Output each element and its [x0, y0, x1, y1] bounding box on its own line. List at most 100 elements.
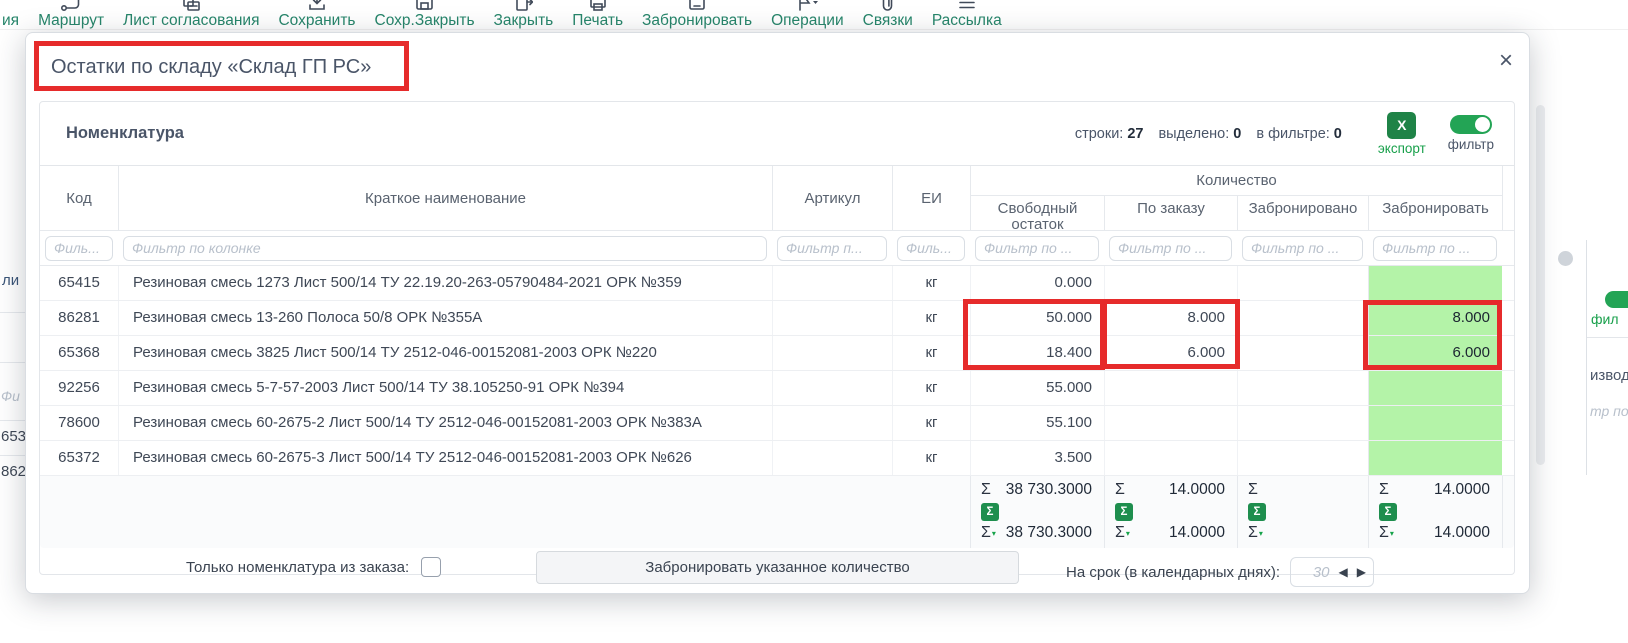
sum-toggle-button[interactable]: Σ [981, 503, 999, 521]
reserve-quantity-button[interactable]: Забронировать указанное количество [536, 551, 1019, 584]
sigma-filtered-icon: Σ [981, 524, 991, 542]
cell-code: 86281 [40, 301, 118, 335]
column-header-unit[interactable]: ЕИ [892, 166, 970, 230]
toolbar-item-operations-flag[interactable]: Операции [771, 0, 844, 29]
toolbar-item-mailing-list[interactable]: Рассылка [932, 0, 1002, 29]
toolbar-item-partial[interactable]: ия [2, 0, 19, 29]
table-row[interactable]: 92256Резиновая смесь 5-7-57-2003 Лист 50… [40, 371, 1514, 406]
totals-empty [40, 476, 118, 548]
cell-article [772, 336, 892, 370]
only-order-checkbox[interactable] [421, 557, 441, 577]
only-order-group: Только номенклатура из заказа: [186, 557, 441, 577]
sigma-icon: Σ [981, 481, 991, 499]
background-code: 6536 [1, 428, 25, 445]
cell-to_reserve[interactable] [1368, 266, 1502, 300]
table-row[interactable]: 78600Резиновая смесь 60-2675-2 Лист 500/… [40, 406, 1514, 441]
cell-unit: кг [892, 336, 970, 370]
background-text: извод [1590, 367, 1628, 384]
stepper-left-icon[interactable]: ◀ [1339, 565, 1348, 579]
table-row[interactable]: 65415Резиновая смесь 1273 Лист 500/14 ТУ… [40, 266, 1514, 301]
filter-input-on_order[interactable] [1109, 236, 1232, 261]
toolbar-item-paperclip[interactable]: Связки [863, 0, 913, 29]
table-stats: строки:27выделено:0в фильтре:0 [1075, 126, 1342, 142]
filter-input-to_reserve[interactable] [1373, 236, 1497, 261]
toolbar-item-route[interactable]: Маршрут [38, 0, 104, 29]
cell-unit: кг [892, 371, 970, 405]
table-totals: Σ38 730.3000ΣΣ▾38 730.3000Σ14.0000ΣΣ▾14.… [40, 476, 1514, 548]
scrollbar[interactable] [1536, 105, 1545, 465]
cell-free: 3.500 [970, 441, 1104, 475]
panel-header: Номенклатура строки:27выделено:0в фильтр… [40, 102, 1514, 166]
table-row[interactable]: 65372Резиновая смесь 60-2675-3 Лист 500/… [40, 441, 1514, 476]
cell-unit: кг [892, 266, 970, 300]
cell-to_reserve[interactable]: 8.000 [1368, 301, 1502, 335]
cell-to_reserve[interactable] [1368, 406, 1502, 440]
background-fragment-left: ли Фи 6536 8628 [0, 250, 25, 510]
cell-name: Резиновая смесь 13-260 Полоса 50/8 ОРК №… [118, 301, 772, 335]
filter-toggle[interactable] [1450, 115, 1492, 134]
sigma-icon: Σ [1379, 481, 1389, 499]
column-header-on_order[interactable]: По заказу [1104, 196, 1237, 230]
column-group-quantity[interactable]: Количество [970, 166, 1502, 196]
excel-export-button[interactable]: X экспорт [1378, 112, 1426, 156]
table-row[interactable]: 86281Резиновая смесь 13-260 Полоса 50/8 … [40, 301, 1514, 336]
cell-on_order: 6.000 [1104, 336, 1237, 370]
cell-to_reserve[interactable]: 6.000 [1368, 336, 1502, 370]
toolbar-item-save[interactable]: Сохранить [278, 0, 355, 29]
table-body: 65415Резиновая смесь 1273 Лист 500/14 ТУ… [40, 266, 1514, 476]
filter-toggle-block[interactable]: фильтр [1448, 115, 1494, 152]
filter-input-reserved[interactable] [1242, 236, 1363, 261]
cell-reserved [1237, 371, 1368, 405]
cell-to_reserve[interactable] [1368, 441, 1502, 475]
table-row[interactable]: 65368Резиновая смесь 3825 Лист 500/14 ТУ… [40, 336, 1514, 371]
cell-to_reserve[interactable] [1368, 371, 1502, 405]
sum-toggle-button[interactable]: Σ [1379, 503, 1397, 521]
modal-footer: Только номенклатура из заказа: Заброниро… [26, 543, 1529, 593]
background-panel [1587, 240, 1628, 475]
toolbar-item-door-exit[interactable]: Закрыть [494, 0, 554, 29]
filter-input-unit[interactable] [897, 236, 965, 261]
background-toggle-label: фил [1591, 311, 1619, 327]
filter-cell-reserved [1237, 231, 1368, 265]
stat-вфильтре: в фильтре:0 [1256, 126, 1342, 142]
toolbar-item-approval-sheet[interactable]: Лист согласования [123, 0, 259, 29]
divider [0, 455, 25, 456]
cell-free: 55.000 [970, 371, 1104, 405]
sigma-filtered-icon: Σ [1248, 524, 1258, 542]
excel-export-icon[interactable]: X [1387, 112, 1416, 139]
column-header-code[interactable]: Код [40, 166, 118, 230]
days-value[interactable]: 30 [1298, 564, 1330, 581]
column-header-name[interactable]: Краткое наименование [118, 166, 772, 230]
filter-input-code[interactable] [45, 236, 113, 261]
sum-line: Σ [1238, 481, 1368, 499]
filter-input-free[interactable] [975, 236, 1099, 261]
modal-title: Остатки по складу «Склад ГП РС» [51, 56, 371, 79]
divider [0, 420, 25, 421]
toolbar-item-label: Забронировать [642, 13, 752, 29]
filter-cell-on_order [1104, 231, 1237, 265]
column-header-to_reserve[interactable]: Забронировать [1368, 196, 1502, 230]
cell-reserved [1237, 336, 1368, 370]
background-filter-toggle[interactable] [1605, 291, 1628, 308]
toolbar-item-save-close[interactable]: Сохр.Закрыть [375, 0, 475, 29]
sum-toggle-button[interactable]: Σ [1248, 503, 1266, 521]
close-icon[interactable]: × [1499, 49, 1513, 73]
filter-input-article[interactable] [777, 236, 887, 261]
background-filter-placeholder: Фи [1, 388, 20, 404]
stepper-right-icon[interactable]: ▶ [1357, 565, 1366, 579]
toolbar-item-label: Рассылка [932, 13, 1002, 29]
cell-reserved [1237, 266, 1368, 300]
filter-input-name[interactable] [123, 236, 767, 261]
cell-on_order: 8.000 [1104, 301, 1237, 335]
cell-article [772, 441, 892, 475]
stock-balance-modal: Остатки по складу «Склад ГП РС» × Номенк… [25, 32, 1530, 594]
toolbar-item-label: Операции [771, 13, 844, 29]
column-header-reserved[interactable]: Забронировано [1237, 196, 1368, 230]
toolbar-item-printer[interactable]: Печать [572, 0, 623, 29]
totals-cell-on_order: Σ14.0000ΣΣ▾14.0000 [1104, 476, 1237, 548]
days-stepper[interactable]: 30 ◀ ▶ [1290, 557, 1374, 587]
column-header-article[interactable]: Артикул [772, 166, 892, 230]
sum-toggle-button[interactable]: Σ [1115, 503, 1133, 521]
toolbar-item-reserve-box[interactable]: Забронировать [642, 0, 752, 29]
column-header-free[interactable]: Свободный остаток [970, 196, 1104, 230]
